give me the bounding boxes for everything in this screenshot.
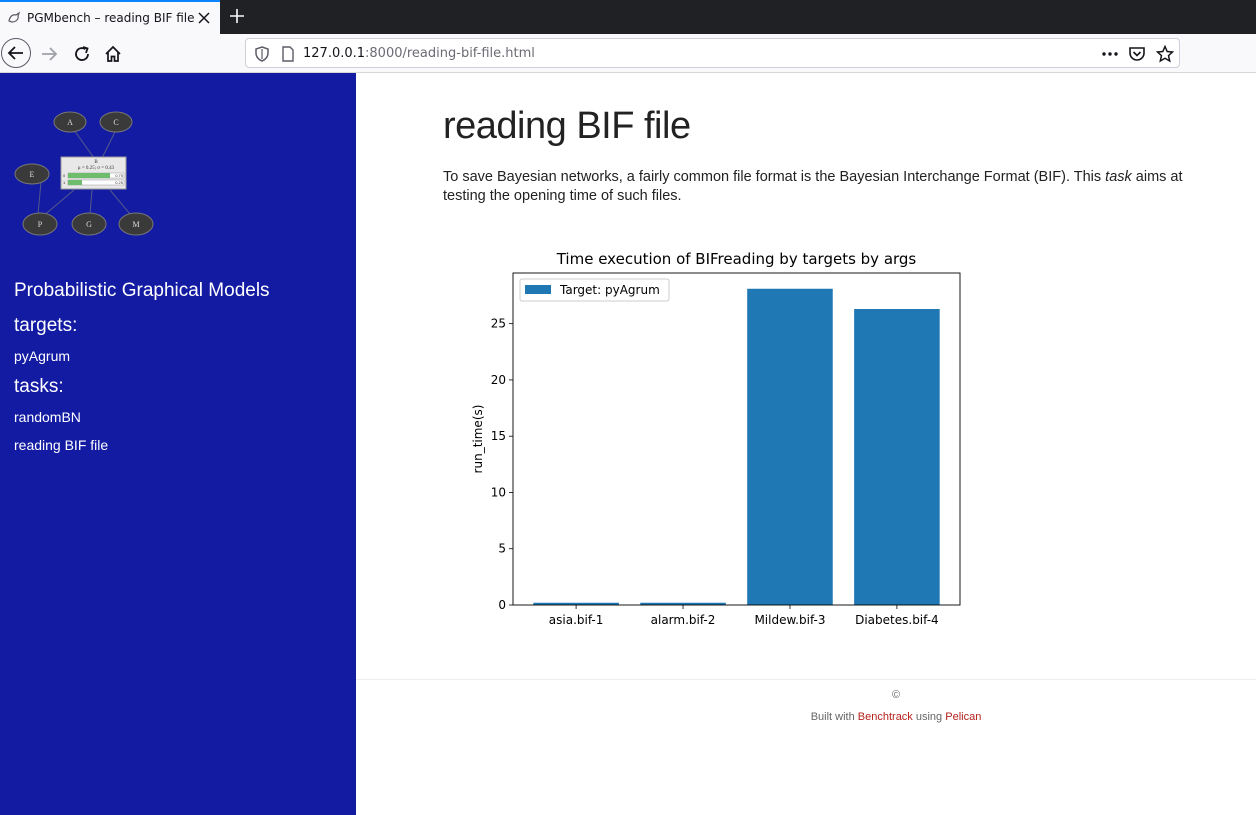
legend-label: Target: pyAgrum xyxy=(559,283,660,297)
logo-network-node: M xyxy=(118,212,154,236)
chart-bar xyxy=(854,309,940,605)
benchtrack-link[interactable]: Benchtrack xyxy=(858,711,913,723)
svg-text:A: A xyxy=(67,118,73,127)
home-icon[interactable] xyxy=(104,45,122,63)
chart-bar xyxy=(747,288,833,605)
chart-title: Time execution of BIFreading by targets … xyxy=(556,250,917,268)
logo-network-node: C xyxy=(99,111,133,133)
address-bar[interactable]: 127.0.0.1:8000/reading-bif-file.html xyxy=(245,38,1180,68)
intro-emphasis: task xyxy=(1105,169,1132,185)
svg-text:C: C xyxy=(113,118,118,127)
tasks-heading: tasks: xyxy=(14,376,64,397)
built-with-credit: Built with Benchtrack using Pelican xyxy=(810,711,982,723)
sidebar-item-randombn[interactable]: randomBN xyxy=(14,409,81,425)
url-text: 127.0.0.1:8000/reading-bif-file.html xyxy=(303,46,535,61)
bookmark-star-icon[interactable] xyxy=(1156,45,1174,63)
svg-text:P: P xyxy=(38,220,43,229)
logo-network-node: A xyxy=(53,111,87,133)
footer-divider xyxy=(356,679,1256,680)
targets-heading: targets: xyxy=(14,315,78,336)
sidebar: A C E P G M B μ = 0.25; σ = 0.43 0 0.75 … xyxy=(0,73,356,815)
intro-paragraph: To save Bayesian networks, a fairly comm… xyxy=(443,169,1183,204)
svg-text:0.25: 0.25 xyxy=(115,180,124,185)
y-tick-label: 15 xyxy=(491,429,506,443)
tracking-shield-icon[interactable] xyxy=(255,46,269,62)
svg-text:G: G xyxy=(86,220,92,229)
sidebar-item-reading-bif-file[interactable]: reading BIF file xyxy=(14,437,108,453)
x-tick-label: alarm.bif-2 xyxy=(651,613,716,627)
y-tick-label: 20 xyxy=(491,373,506,387)
run-time-bar-chart: Time execution of BIFreading by targets … xyxy=(471,250,961,627)
svg-text:0.75: 0.75 xyxy=(115,173,124,178)
back-arrow-icon xyxy=(7,46,23,60)
browser-toolbar: 127.0.0.1:8000/reading-bif-file.html xyxy=(0,34,1256,73)
forward-arrow-icon[interactable] xyxy=(40,45,58,63)
page-title: reading BIF file xyxy=(443,105,691,147)
logo-network-node: G xyxy=(71,212,107,236)
reload-icon[interactable] xyxy=(73,45,91,63)
close-tab-icon[interactable] xyxy=(196,10,212,26)
copyright: © xyxy=(891,689,901,701)
x-tick-label: asia.bif-1 xyxy=(549,613,604,627)
bayesian-network-logo: A C E P G M B μ = 0.25; σ = 0.43 0 0.75 … xyxy=(14,111,154,236)
sidebar-item-pyagrum[interactable]: pyAgrum xyxy=(14,348,70,364)
new-tab-icon[interactable] xyxy=(229,8,245,24)
logo-network-node: E xyxy=(14,163,50,185)
y-axis-label: run_time(s) xyxy=(471,405,485,474)
bird-favicon-icon xyxy=(8,11,21,23)
y-tick-label: 25 xyxy=(491,317,506,331)
x-tick-label: Mildew.bif-3 xyxy=(754,613,825,627)
site-title[interactable]: Probabilistic Graphical Models xyxy=(14,280,270,302)
browser-tab[interactable]: PGMbench – reading BIF file xyxy=(0,0,220,34)
x-tick-label: Diabetes.bif-4 xyxy=(855,613,939,627)
y-tick-label: 10 xyxy=(491,485,506,499)
logo-network-node: P xyxy=(22,212,58,236)
legend-swatch xyxy=(525,285,551,294)
y-tick-label: 5 xyxy=(498,542,506,556)
y-tick-label: 0 xyxy=(498,598,506,612)
svg-text:μ = 0.25; σ = 0.43: μ = 0.25; σ = 0.43 xyxy=(78,166,115,171)
tab-title: PGMbench – reading BIF file xyxy=(27,11,195,25)
svg-text:E: E xyxy=(30,170,35,179)
page-info-icon[interactable] xyxy=(281,46,295,62)
pocket-icon[interactable] xyxy=(1128,45,1146,63)
pelican-link[interactable]: Pelican xyxy=(945,711,981,723)
svg-text:M: M xyxy=(132,220,139,229)
more-actions-icon[interactable] xyxy=(1101,45,1119,63)
browser-tab-strip: PGMbench – reading BIF file xyxy=(0,0,1256,34)
back-button[interactable] xyxy=(1,38,31,68)
